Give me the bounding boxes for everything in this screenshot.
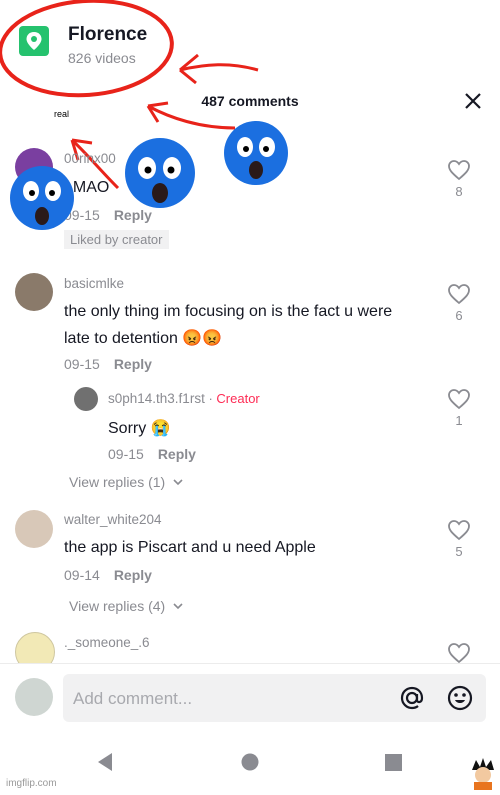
creator-tag: Creator [216, 391, 260, 406]
avatar[interactable] [15, 510, 53, 548]
like-count: 5 [455, 544, 463, 559]
comment-username[interactable]: ._someone_.6 [64, 635, 150, 650]
comment-input-placeholder: Add comment... [73, 689, 193, 708]
emoji-icon[interactable] [446, 684, 474, 712]
reply-meta: 09-15 Reply [108, 446, 196, 462]
my-avatar [15, 678, 53, 716]
home-icon[interactable] [241, 753, 259, 776]
reply-button[interactable]: Reply [114, 567, 152, 583]
character-sticker [468, 758, 498, 790]
shocked-face-icon [10, 166, 74, 230]
heart-icon[interactable] [447, 519, 471, 541]
view-replies-button[interactable]: View replies (4) [69, 598, 184, 614]
comment-meta: 09-14 Reply [64, 567, 152, 583]
watermark: imgflip.com [6, 778, 57, 789]
recents-icon[interactable] [385, 754, 402, 776]
avatar[interactable] [15, 273, 53, 311]
comment-text-line-1: the only thing im focusing on is the fac… [64, 303, 393, 320]
view-replies-label: View replies (4) [69, 598, 166, 614]
view-replies-label: View replies (1) [69, 474, 166, 490]
like-count: 6 [455, 308, 463, 323]
comment-text-line-2: late to detention 😡😡 [64, 330, 223, 347]
heart-icon[interactable] [447, 642, 471, 664]
back-icon[interactable] [96, 752, 114, 777]
reply-username-row: s0ph14.th3.f1rst · Creator [108, 391, 260, 406]
shocked-emoji-overlay [10, 121, 288, 230]
heart-icon[interactable] [447, 283, 471, 305]
reply-username[interactable]: s0ph14.th3.f1rst [108, 391, 205, 406]
shocked-face-icon [224, 121, 288, 185]
chevron-down-icon [173, 603, 183, 610]
chevron-down-icon [173, 479, 183, 486]
avatar[interactable] [74, 387, 98, 411]
shocked-face-icon [125, 138, 195, 208]
like-count: 1 [455, 413, 463, 428]
comment-meta: 09-15 Reply [64, 356, 152, 372]
comment-text: the app is Piscart and u need Apple [64, 539, 316, 556]
heart-icon[interactable] [447, 388, 471, 410]
comment-date: 09-15 [108, 446, 144, 462]
comment-username[interactable]: walter_white204 [64, 512, 162, 527]
reply-button[interactable]: Reply [158, 446, 196, 462]
comment-date: 09-15 [64, 356, 100, 372]
reply-text: Sorry 😭 [108, 420, 171, 437]
view-replies-button[interactable]: View replies (1) [69, 474, 184, 490]
comment-username[interactable]: basicmlke [64, 276, 124, 291]
comment-date: 09-14 [64, 567, 100, 583]
at-icon[interactable] [398, 684, 426, 712]
reply-button[interactable]: Reply [114, 356, 152, 372]
